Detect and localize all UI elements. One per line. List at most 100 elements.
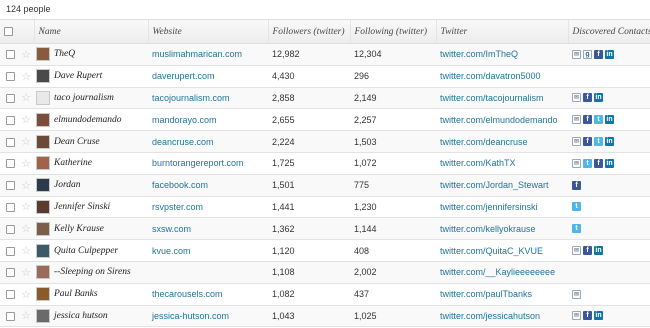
website-link[interactable]: mandorayo.com — [152, 115, 217, 125]
favorite-star-icon[interactable]: ☆ — [18, 196, 34, 219]
twitter-link[interactable]: twitter.com/paulTbanks — [440, 289, 532, 299]
person-name[interactable]: Paul Banks — [54, 289, 98, 299]
website-link[interactable]: rsvpster.com — [152, 202, 203, 212]
twitter-link[interactable]: twitter.com/deancruse — [440, 137, 528, 147]
website-link[interactable]: daverupert.com — [152, 71, 215, 81]
google-talk-icon[interactable]: g — [583, 49, 592, 59]
favorite-star-icon[interactable]: ☆ — [18, 130, 34, 153]
row-checkbox[interactable] — [6, 290, 15, 300]
linkedin-icon[interactable]: in — [594, 246, 603, 256]
twitter-icon[interactable]: t — [594, 115, 603, 125]
column-header-website[interactable]: Website — [147, 19, 268, 44]
twitter-link[interactable]: twitter.com/elmundodemando — [440, 115, 558, 125]
twitter-link[interactable]: twitter.com/QuitaC_KVUE — [440, 246, 543, 256]
person-name[interactable]: TheQ — [54, 49, 75, 59]
twitter-icon[interactable]: t — [572, 202, 581, 212]
email-icon[interactable]: ✉ — [572, 311, 581, 321]
column-header-name[interactable]: Name — [33, 19, 148, 44]
email-icon[interactable]: ✉ — [572, 158, 581, 168]
row-checkbox[interactable] — [6, 137, 15, 147]
person-name[interactable]: Dave Rupert — [54, 71, 102, 81]
twitter-icon[interactable]: t — [572, 224, 581, 234]
website-link[interactable]: deancruse.com — [152, 137, 214, 147]
email-icon[interactable]: ✉ — [572, 93, 581, 103]
website-link[interactable]: tacojournalism.com — [152, 93, 230, 103]
person-name[interactable]: Dean Cruse — [54, 137, 100, 147]
website-link[interactable]: sxsw.com — [152, 224, 191, 234]
favorite-star-icon[interactable]: ☆ — [18, 283, 34, 306]
person-name[interactable]: jessica hutson — [54, 311, 108, 321]
row-checkbox[interactable] — [6, 72, 15, 82]
website-link[interactable]: muslimahmarican.com — [152, 49, 242, 59]
favorite-star-icon[interactable]: ☆ — [18, 217, 34, 241]
twitter-link[interactable]: twitter.com/__Kaylieeeeeeee — [440, 267, 555, 277]
email-icon[interactable]: ✉ — [572, 115, 581, 125]
favorite-star-icon[interactable]: ☆ — [18, 65, 34, 88]
column-header-twitter[interactable]: Twitter — [435, 19, 568, 44]
twitter-link[interactable]: twitter.com/davatron5000 — [440, 71, 541, 81]
facebook-icon[interactable]: f — [583, 115, 592, 125]
row-checkbox[interactable] — [6, 312, 15, 322]
row-checkbox[interactable] — [6, 203, 15, 213]
column-header-following[interactable]: Following (twitter) — [349, 19, 436, 44]
row-checkbox[interactable] — [6, 50, 15, 60]
person-name[interactable]: Quita Culpepper — [54, 246, 118, 256]
row-select-cell[interactable] — [0, 261, 18, 284]
person-name[interactable]: --Sleeping on Sirens — [54, 267, 131, 277]
facebook-icon[interactable]: f — [594, 49, 603, 59]
website-link[interactable]: burntorangereport.com — [152, 158, 244, 168]
linkedin-icon[interactable]: in — [594, 311, 603, 321]
column-header-followers[interactable]: Followers (twitter) — [267, 19, 350, 44]
twitter-link[interactable]: twitter.com/jennifersinski — [440, 202, 538, 212]
person-name[interactable]: Jennifer Sinski — [54, 202, 110, 212]
linkedin-icon[interactable]: in — [605, 158, 614, 168]
person-name[interactable]: Jordan — [54, 180, 81, 190]
twitter-link[interactable]: twitter.com/jessicahutson — [440, 311, 540, 321]
website-link[interactable]: kvue.com — [152, 246, 191, 256]
facebook-icon[interactable]: f — [583, 246, 592, 256]
select-all-header[interactable] — [0, 19, 18, 44]
favorite-star-icon[interactable]: ☆ — [18, 108, 34, 132]
row-checkbox[interactable] — [6, 246, 15, 256]
row-checkbox[interactable] — [6, 224, 15, 234]
row-checkbox[interactable] — [6, 159, 15, 169]
email-icon[interactable]: ✉ — [572, 49, 581, 59]
facebook-icon[interactable]: f — [583, 93, 592, 103]
twitter-link[interactable]: twitter.com/tacojournalism — [440, 93, 544, 103]
website-link[interactable]: jessica-hutson.com — [152, 311, 229, 321]
row-checkbox[interactable] — [6, 94, 15, 104]
website-link[interactable]: facebook.com — [152, 180, 208, 190]
favorite-star-icon[interactable]: ☆ — [18, 174, 34, 197]
website-link[interactable]: thecarousels.com — [152, 289, 223, 299]
row-select-cell[interactable] — [0, 196, 18, 219]
email-icon[interactable]: ✉ — [572, 137, 581, 147]
linkedin-icon[interactable]: in — [605, 49, 614, 59]
row-select-cell[interactable] — [0, 87, 18, 110]
email-icon[interactable]: ✉ — [572, 289, 581, 299]
favorite-star-icon[interactable]: ☆ — [18, 305, 34, 328]
person-name[interactable]: taco journalism — [54, 93, 114, 103]
favorite-star-icon[interactable]: ☆ — [18, 239, 34, 262]
favorite-star-icon[interactable]: ☆ — [18, 87, 34, 110]
facebook-icon[interactable]: f — [583, 137, 592, 147]
row-select-cell[interactable] — [0, 174, 18, 197]
favorite-star-icon[interactable]: ☆ — [18, 152, 34, 175]
linkedin-icon[interactable]: in — [605, 137, 614, 147]
twitter-link[interactable]: twitter.com/KathTX — [440, 158, 516, 168]
row-select-cell[interactable] — [0, 65, 18, 88]
row-select-cell[interactable] — [0, 217, 18, 241]
row-select-cell[interactable] — [0, 239, 18, 262]
row-checkbox[interactable] — [6, 181, 15, 191]
twitter-icon[interactable]: t — [583, 158, 592, 168]
row-select-cell[interactable] — [0, 152, 18, 175]
twitter-icon[interactable]: t — [594, 137, 603, 147]
linkedin-icon[interactable]: in — [594, 93, 603, 103]
row-select-cell[interactable] — [0, 43, 18, 66]
row-checkbox[interactable] — [6, 115, 15, 125]
person-name[interactable]: Katherine — [54, 158, 92, 168]
row-select-cell[interactable] — [0, 283, 18, 306]
email-icon[interactable]: ✉ — [572, 246, 581, 256]
twitter-link[interactable]: twitter.com/kellyokrause — [440, 224, 536, 234]
person-name[interactable]: elmundodemando — [54, 115, 122, 125]
favorite-star-icon[interactable]: ☆ — [18, 261, 34, 284]
